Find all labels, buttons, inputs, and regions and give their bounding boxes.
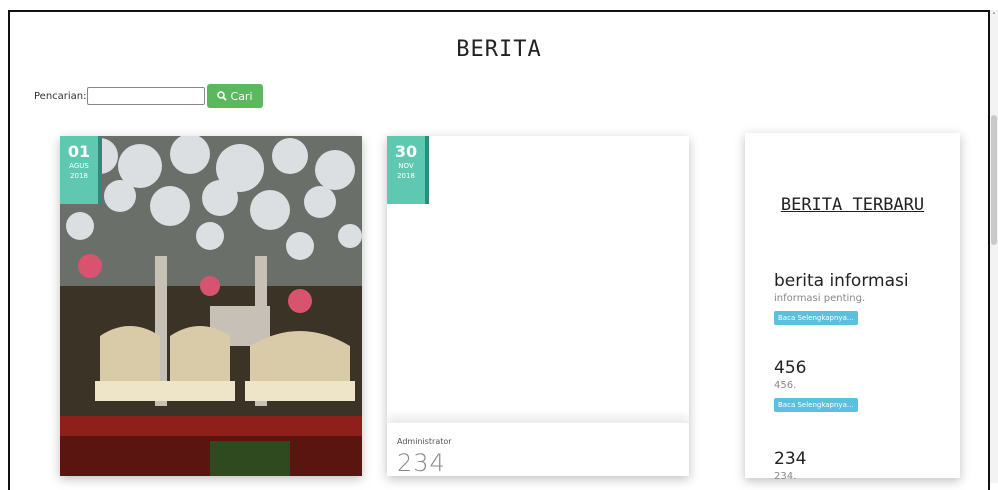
news-desc: 456. xyxy=(774,380,797,391)
date-year: 2018 xyxy=(70,172,88,180)
news-photo xyxy=(60,136,362,476)
sidebar-news-item: 456 456. Baca Selengkapnya... xyxy=(774,358,949,412)
vertical-scrollbar[interactable]: ˄ xyxy=(990,10,998,483)
news-desc: informasi penting. xyxy=(774,293,866,304)
read-more-button[interactable]: Baca Selengkapnya... xyxy=(774,398,858,412)
news-card[interactable]: 01 AGUS 2018 xyxy=(60,136,362,476)
search-label: Pencarian: xyxy=(34,90,87,102)
post-title[interactable]: 234 xyxy=(397,449,446,476)
search-button[interactable]: Cari xyxy=(206,84,263,108)
date-year: 2018 xyxy=(397,172,415,180)
date-month: NOV xyxy=(398,162,414,170)
scroll-thumb[interactable] xyxy=(991,115,997,245)
post-author: Administrator xyxy=(397,437,452,446)
page-title: BERITA xyxy=(456,37,542,62)
news-title[interactable]: 234 xyxy=(774,449,949,469)
search-bar: Pencarian: Cari xyxy=(34,84,263,108)
news-desc: 234. xyxy=(774,471,797,482)
search-button-label: Cari xyxy=(230,89,253,103)
search-icon xyxy=(216,91,227,101)
news-title[interactable]: berita informasi xyxy=(774,271,949,291)
sidebar-news-item: berita informasi informasi penting. Baca… xyxy=(774,271,949,325)
scroll-up-icon[interactable]: ˄ xyxy=(990,12,998,20)
latest-news-sidebar: BERITA TERBARU berita informasi informas… xyxy=(745,133,960,482)
sidebar-news-item: 234 234. xyxy=(774,449,949,483)
read-more-button[interactable]: Baca Selengkapnya... xyxy=(774,311,858,325)
card-footer: Administrator 234 xyxy=(387,422,689,476)
search-input[interactable] xyxy=(86,87,205,105)
news-title[interactable]: 456 xyxy=(774,358,949,378)
news-card[interactable]: 30 NOV 2018 Administrator 234 xyxy=(387,136,689,476)
date-badge: 30 NOV 2018 xyxy=(387,136,429,204)
sidebar-heading: BERITA TERBARU xyxy=(780,195,925,215)
date-day: 30 xyxy=(394,142,418,161)
date-badge: 01 AGUS 2018 xyxy=(60,136,102,204)
date-month: AGUS xyxy=(69,162,89,170)
date-day: 01 xyxy=(67,142,91,161)
